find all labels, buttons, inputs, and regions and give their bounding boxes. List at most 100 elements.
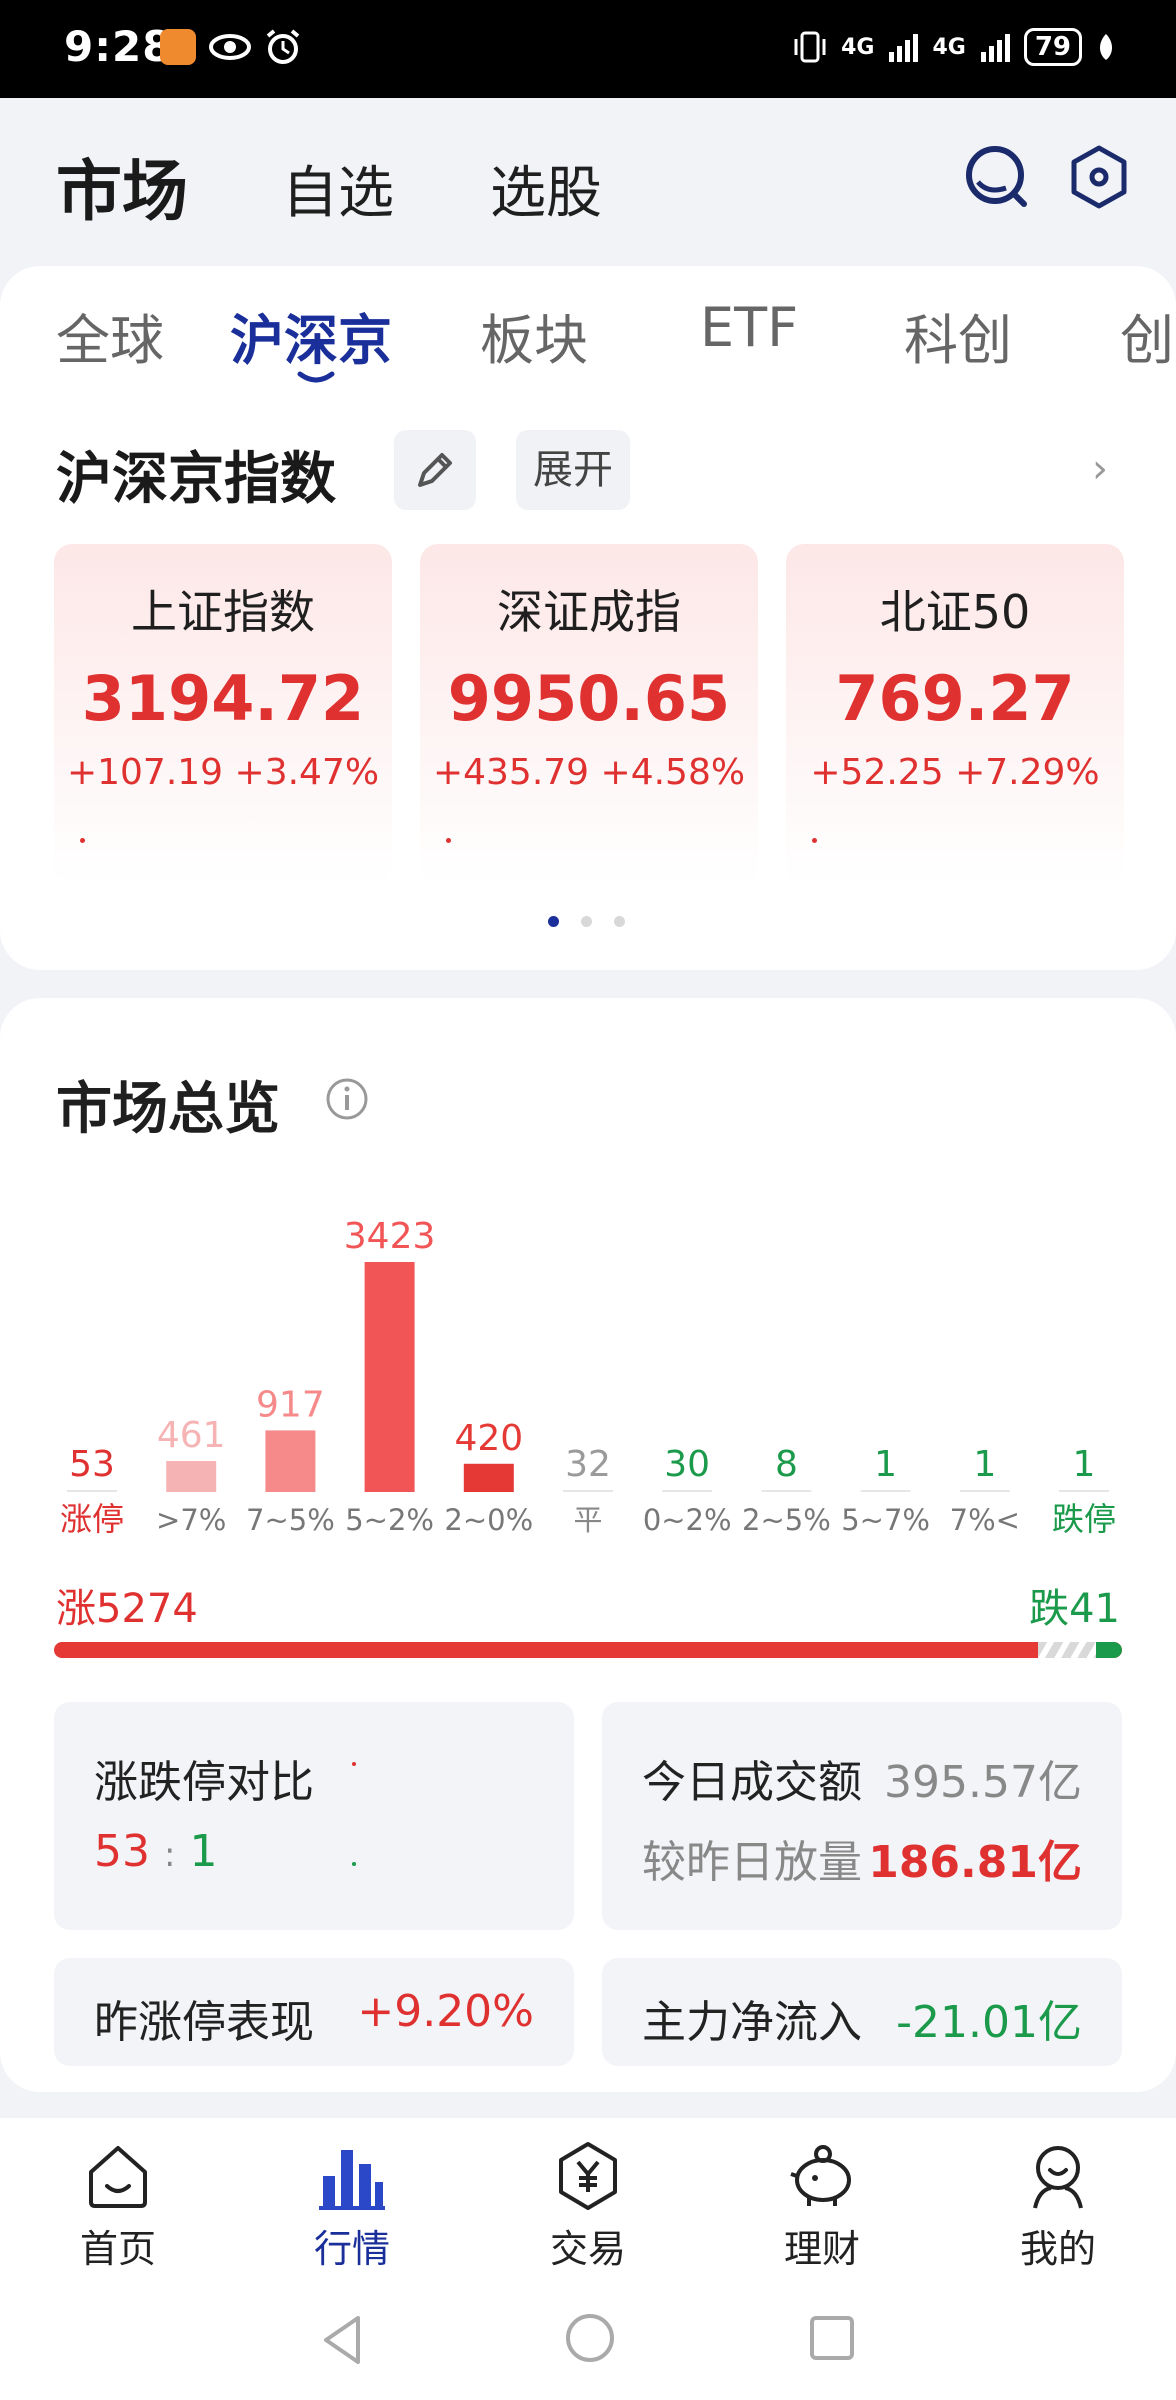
chart-value-label: 8 (775, 1444, 798, 1485)
signal-icon-2 (980, 34, 1010, 62)
bottom-nav-label: 首页 (79, 2227, 156, 2271)
market-overview-panel: 市场总览 53 涨停 461 >7% 917 7~5% 3423 5~2% 420 2~0% 32 平… (0, 998, 1176, 2092)
sparkline-dot (812, 838, 817, 843)
index-card-beijing50[interactable]: 北证50 769.27 +52.25 +7.29% (786, 544, 1124, 884)
app-notification-icon (160, 29, 196, 65)
chart-baseline (662, 1490, 713, 1492)
signal-icon (889, 34, 919, 62)
vibrate-icon (794, 31, 826, 63)
chart-category-label: 涨停 (60, 1500, 124, 1538)
profile-icon (1033, 2146, 1083, 2209)
chart-category-label: 5~2% (345, 1503, 434, 1537)
bottom-nav-wealth[interactable]: 理财 (742, 2140, 902, 2273)
bottom-nav-label: 交易 (549, 2227, 626, 2271)
back-icon[interactable] (318, 2312, 366, 2368)
pager-dot (581, 916, 592, 927)
limit-compare-label: 涨跌停对比 (94, 1757, 314, 1808)
chart-baseline (959, 1490, 1010, 1492)
nav-watchlist[interactable]: 自选 (282, 148, 394, 229)
bottom-nav-label: 行情 (313, 2227, 390, 2271)
index-card-shenzhen[interactable]: 深证成指 9950.65 +435.79 +4.58% (420, 544, 758, 884)
bottom-nav-market[interactable]: 行情 (272, 2140, 432, 2273)
chart-value-label: 1 (874, 1444, 897, 1485)
index-card-shanghai[interactable]: 上证指数 3194.72 +107.19 +3.47% (54, 544, 392, 884)
search-icon[interactable] (964, 144, 1030, 210)
chart-baseline (1059, 1490, 1109, 1492)
page-title[interactable]: 市场 (56, 138, 188, 234)
chart-category-label: 7%< (950, 1503, 1020, 1537)
bar-chart-icon (319, 2150, 385, 2210)
piggy-bank-icon (790, 2145, 851, 2206)
tab-global[interactable]: 全球 (56, 296, 164, 375)
chart-category-label: >7% (156, 1503, 226, 1537)
chevron-right-icon[interactable]: › (1092, 446, 1108, 492)
ratio-bar-down (1096, 1642, 1122, 1658)
up-count-label: 涨5274 (56, 1586, 198, 1632)
edit-button[interactable] (394, 430, 476, 510)
yesterday-limit-box[interactable]: 昨涨停表现 +9.20% (54, 1958, 574, 2066)
overview-title: 市场总览 (56, 1077, 280, 1142)
main-inflow-box[interactable]: 主力净流入 -21.01亿 (602, 1958, 1122, 2066)
home-button-icon[interactable] (564, 2312, 616, 2364)
info-icon[interactable] (324, 1076, 370, 1122)
chart-bar (463, 1463, 514, 1492)
home-icon (89, 2146, 147, 2208)
bottom-nav-home[interactable]: 首页 (38, 2140, 198, 2273)
tab-etf[interactable]: ETF (700, 296, 798, 359)
vs-yesterday-label: 较昨日放量 (642, 1837, 862, 1888)
mini-chart-dot-green (352, 1862, 356, 1866)
index-value: 3194.72 (81, 662, 365, 735)
bottom-nav-trade[interactable]: 交易 (508, 2140, 668, 2273)
chart-category-label: 0~2% (643, 1503, 732, 1537)
vs-yesterday-value: 186.81亿 (868, 1837, 1082, 1888)
bottom-nav-label: 我的 (1019, 2227, 1096, 2271)
system-navigation-bar (0, 2288, 1176, 2400)
yuan-hexagon-icon (559, 2142, 617, 2210)
chart-baseline (563, 1490, 613, 1492)
tab-chinext[interactable]: 创 (1120, 296, 1174, 375)
tab-shanghai-shenzhen-beijing[interactable]: 沪深京 (230, 296, 392, 375)
turnover-label: 今日成交额 (642, 1757, 862, 1808)
chart-baseline (67, 1490, 117, 1492)
index-card-panel: 全球 沪深京 板块 ETF 科创 创 沪深京指数 展开 › 上证指数 3194.… (0, 266, 1176, 970)
chart-bar (364, 1262, 415, 1492)
main-inflow-value: -21.01亿 (896, 1997, 1082, 2048)
pager-dot (614, 916, 625, 927)
tab-star-market[interactable]: 科创 (904, 296, 1012, 375)
active-tab-indicator (297, 371, 335, 383)
network-4g-1: 4G (841, 34, 875, 60)
index-change: +107.19 +3.47% (66, 752, 380, 793)
bottom-nav-profile[interactable]: 我的 (978, 2140, 1138, 2273)
carousel-pager (548, 916, 625, 927)
nav-stock-picker[interactable]: 选股 (490, 148, 602, 229)
expand-button[interactable]: 展开 (516, 430, 630, 510)
network-4g-2: 4G (932, 34, 966, 60)
status-time: 9:28 (64, 22, 173, 71)
leaf-icon (1100, 34, 1112, 60)
market-tabs: 全球 沪深京 板块 ETF 科创 创 (0, 296, 1176, 376)
recents-icon[interactable] (808, 2314, 856, 2362)
mini-chart-dot-red (352, 1762, 356, 1766)
index-value: 9950.65 (447, 662, 731, 735)
chart-value-label: 3423 (344, 1216, 436, 1257)
sparkline-dot (80, 838, 85, 843)
chart-value-label: 461 (157, 1415, 226, 1456)
pager-dot-active (548, 916, 559, 927)
chart-category-label: 跌停 (1052, 1500, 1116, 1538)
chart-category-label: 2~5% (742, 1503, 831, 1537)
settings-icon[interactable] (1066, 144, 1132, 210)
chart-value-label: 32 (565, 1444, 611, 1485)
bottom-navigation: 首页 行情 交易 理财 我的 (0, 2118, 1176, 2288)
turnover-box[interactable]: 今日成交额 395.57亿 较昨日放量 186.81亿 (602, 1702, 1122, 1930)
limit-compare-box[interactable]: 涨跌停对比 53 : 1 (54, 1702, 574, 1930)
index-section-title: 沪深京指数 (56, 447, 336, 512)
chart-category-label: 7~5% (246, 1503, 335, 1537)
status-bar: 9:28 4G 4G 79 (0, 0, 1176, 98)
app-header: 市场 自选 选股 (0, 98, 1176, 266)
tab-sectors[interactable]: 板块 (480, 296, 588, 375)
index-change: +52.25 +7.29% (810, 752, 1100, 793)
chart-value-label: 53 (69, 1444, 115, 1485)
chart-category-label: 平 (573, 1503, 602, 1537)
chart-value-label: 917 (256, 1384, 325, 1425)
up-down-distribution-chart: 53 涨停 461 >7% 917 7~5% 3423 5~2% 420 2~0% 32 平 30 0~2… (60, 1216, 1116, 1538)
